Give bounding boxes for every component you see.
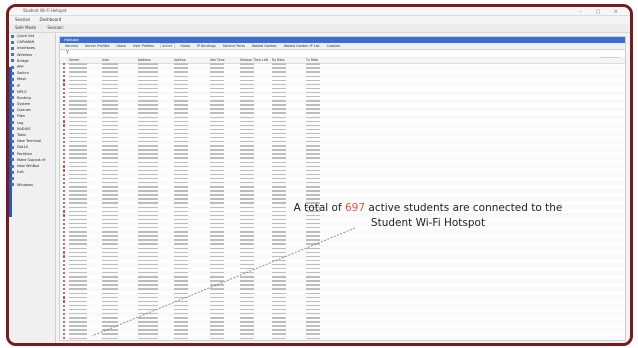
active-count: 697 xyxy=(345,202,366,214)
callout-prefix: A total of xyxy=(293,202,342,214)
callout-suffix: active students are connected to the xyxy=(368,202,563,214)
callout-annotation: A total of 697 active students are conne… xyxy=(268,201,588,231)
callout-line2: Student Wi-Fi Hotspot xyxy=(370,217,486,229)
callout-leader-line xyxy=(91,227,356,337)
